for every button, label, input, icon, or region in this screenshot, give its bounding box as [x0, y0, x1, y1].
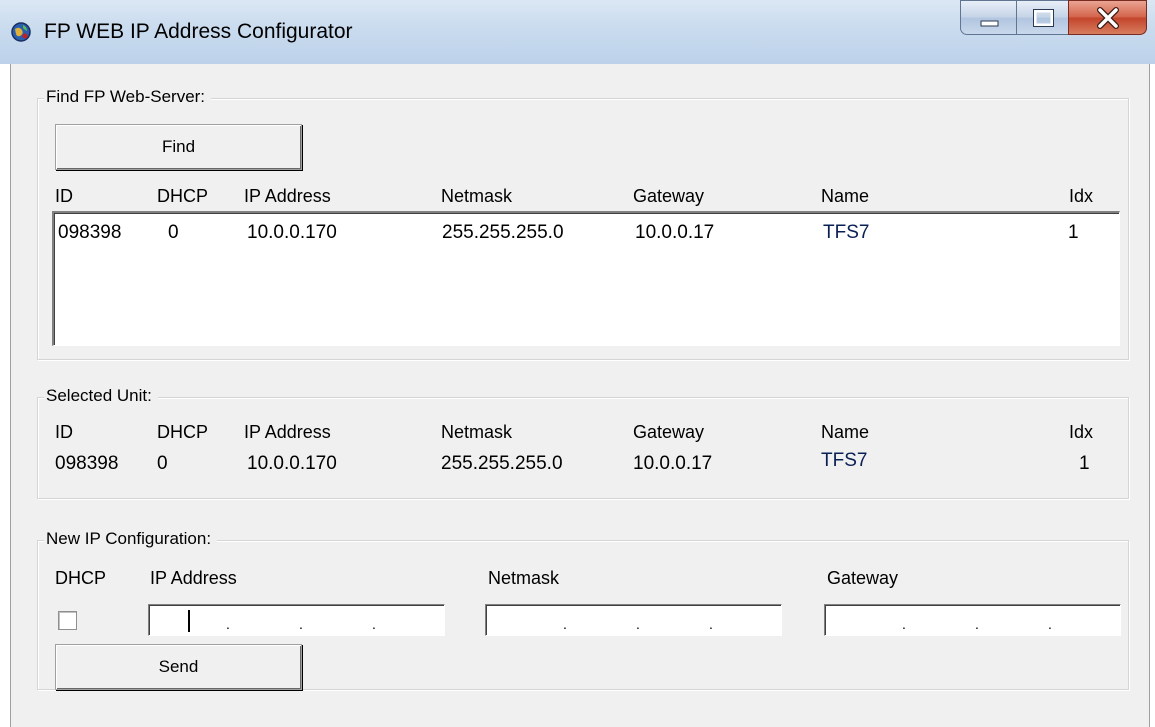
sel-header-ip: IP Address: [244, 422, 331, 442]
ip-dot-2: .: [299, 616, 303, 632]
find-webserver-group: Find FP Web-Server: Find ID DHCP IP Addr…: [37, 87, 1129, 360]
minimize-button[interactable]: [960, 0, 1017, 35]
close-icon: [1097, 7, 1119, 29]
col-header-idx: Idx: [1069, 186, 1094, 206]
close-button[interactable]: [1068, 0, 1147, 35]
find-button[interactable]: Find: [55, 124, 302, 170]
title-bar[interactable]: FP WEB IP Address Configurator: [0, 0, 1155, 64]
netmask-dot-1: .: [563, 616, 567, 632]
selected-idx: 1: [1079, 453, 1090, 474]
col-header-gateway: Gateway: [633, 186, 705, 206]
dhcp-label: DHCP: [55, 568, 107, 588]
gateway-dot-1: .: [902, 616, 906, 632]
send-button[interactable]: Send: [55, 644, 302, 690]
row-id: 098398: [58, 222, 122, 243]
netmask-field[interactable]: . . .: [485, 604, 782, 636]
text-caret: [188, 610, 190, 632]
ip-dot-1: .: [226, 616, 230, 632]
selected-netmask: 255.255.255.0: [441, 453, 563, 474]
sel-header-netmask: Netmask: [441, 422, 513, 442]
ip-address-label: IP Address: [150, 568, 237, 588]
sel-header-name: Name: [821, 422, 870, 442]
selected-name: TFS7: [821, 450, 868, 471]
row-ip: 10.0.0.170: [247, 222, 337, 243]
col-header-dhcp: DHCP: [157, 186, 209, 206]
ip-dot-3: .: [372, 616, 376, 632]
minimize-icon: [980, 20, 999, 27]
ip-address-field[interactable]: . . .: [148, 604, 445, 636]
col-header-ip: IP Address: [244, 186, 331, 206]
maximize-icon: [1033, 9, 1054, 27]
dialog-client-area: Find FP Web-Server: Find ID DHCP IP Addr…: [10, 64, 1150, 727]
selected-id: 098398: [55, 453, 119, 474]
gateway-dot-3: .: [1048, 616, 1052, 632]
col-header-netmask: Netmask: [441, 186, 513, 206]
sel-header-dhcp: DHCP: [157, 422, 209, 442]
selected-unit-group: Selected Unit: ID DHCP IP Address Netmas…: [37, 386, 1129, 499]
sel-header-idx: Idx: [1069, 422, 1094, 442]
sel-header-id: ID: [55, 422, 73, 442]
new-config-group-legend: New IP Configuration:: [44, 529, 218, 549]
find-group-legend: Find FP Web-Server:: [44, 87, 212, 107]
row-name: TFS7: [823, 222, 870, 243]
row-idx: 1: [1068, 222, 1079, 243]
sel-header-gateway: Gateway: [633, 422, 705, 442]
selected-ip: 10.0.0.170: [247, 453, 337, 474]
selected-gateway: 10.0.0.17: [633, 453, 713, 474]
row-dhcp: 0: [168, 222, 179, 243]
netmask-label: Netmask: [488, 568, 560, 588]
gateway-field[interactable]: . . .: [824, 604, 1121, 636]
maximize-button[interactable]: [1016, 0, 1069, 35]
netmask-dot-3: .: [709, 616, 713, 632]
server-list[interactable]: 098398 0 10.0.0.170 255.255.255.0 10.0.0…: [52, 211, 1120, 346]
window-title: FP WEB IP Address Configurator: [44, 20, 353, 43]
row-netmask: 255.255.255.0: [442, 222, 564, 243]
col-header-id: ID: [55, 186, 73, 206]
app-globe-icon: [11, 22, 31, 42]
new-ip-config-group: New IP Configuration: DHCP IP Address Ne…: [37, 529, 1129, 690]
col-header-name: Name: [821, 186, 870, 206]
gateway-label: Gateway: [827, 568, 899, 588]
selected-group-legend: Selected Unit:: [44, 386, 158, 406]
gateway-dot-2: .: [975, 616, 979, 632]
netmask-dot-2: .: [636, 616, 640, 632]
row-gateway: 10.0.0.17: [635, 222, 715, 243]
dhcp-checkbox[interactable]: [58, 611, 77, 630]
list-item[interactable]: 098398 0 10.0.0.170 255.255.255.0 10.0.0…: [54, 213, 1119, 243]
selected-dhcp: 0: [157, 453, 168, 474]
